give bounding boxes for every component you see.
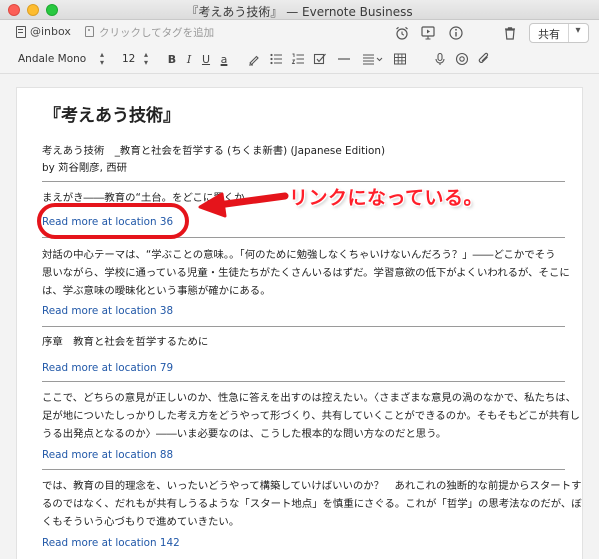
annotation-callout-text: リンクになっている。 [289,187,484,209]
annotation-arrow-icon [198,192,289,218]
evernote-window: 『考えあう技術』 — Evernote Business @inbox クリック… [0,0,599,559]
